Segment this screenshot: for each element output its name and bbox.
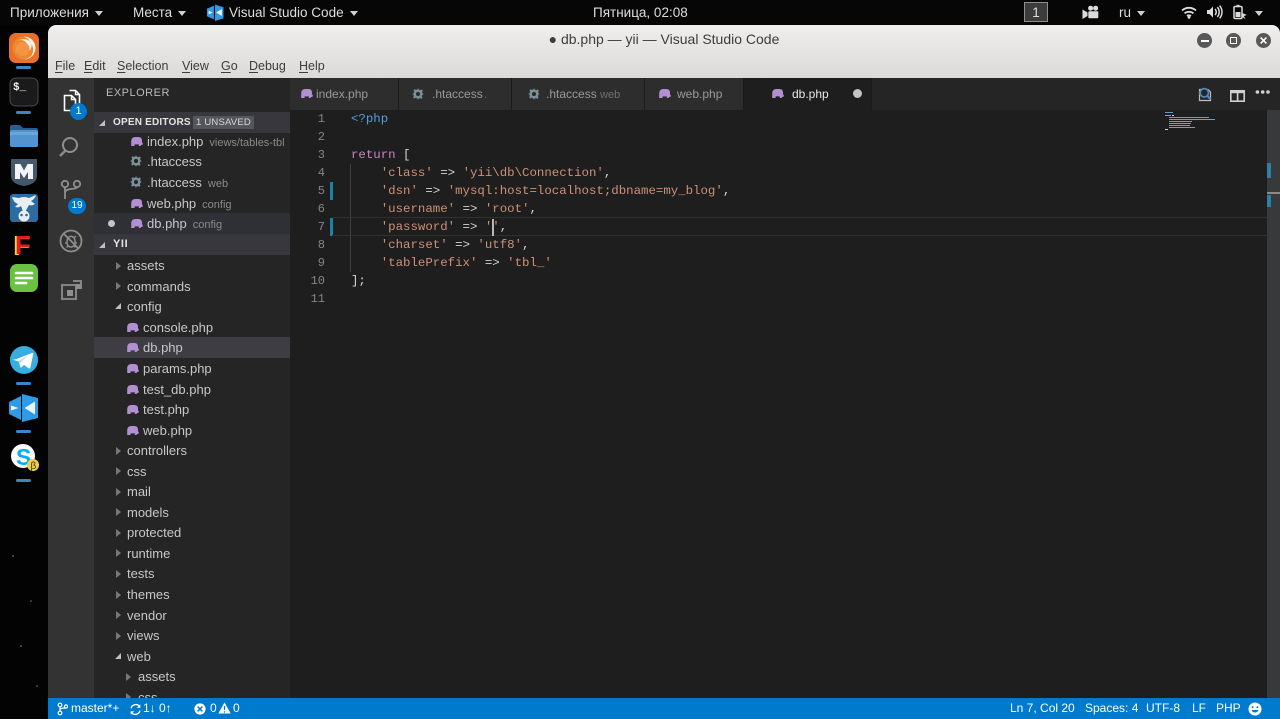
svg-text:β: β xyxy=(31,461,37,472)
svg-text:$_: $_ xyxy=(13,82,27,94)
svg-text:F: F xyxy=(15,230,31,260)
